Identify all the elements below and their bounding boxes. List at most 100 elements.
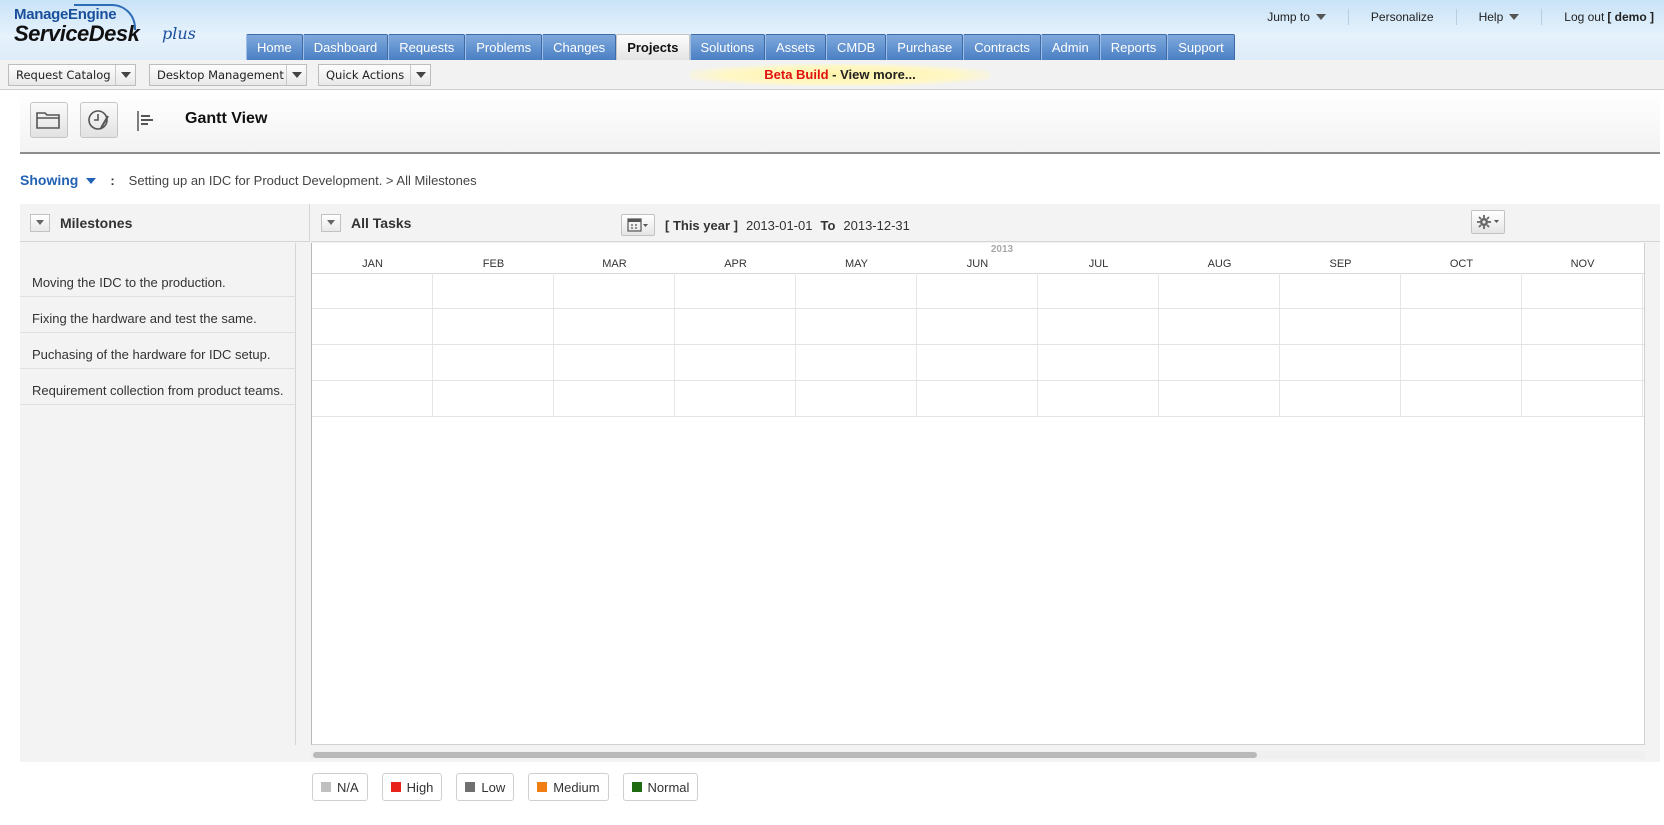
date-range: [ This year ] 2013-01-01 To 2013-12-31: [621, 214, 918, 236]
gantt-row: [312, 381, 1644, 417]
desktop-management-label: Desktop Management: [157, 68, 284, 82]
personalize-label: Personalize: [1370, 10, 1434, 24]
logout-label: Log out: [1564, 10, 1605, 24]
gantt-row: [312, 309, 1644, 345]
gantt-cell: [433, 345, 554, 380]
showing-colon: :: [110, 172, 115, 188]
request-catalog-dropdown[interactable]: Request Catalog: [8, 64, 136, 86]
tab-problems[interactable]: Problems: [465, 34, 543, 60]
tab-admin[interactable]: Admin: [1040, 34, 1100, 60]
milestones-list: Moving the IDC to the production. Fixing …: [20, 243, 296, 745]
calendar-dropdown-button[interactable]: [621, 214, 655, 236]
milestone-item[interactable]: Moving the IDC to the production.: [20, 263, 296, 297]
gantt-cell: [312, 309, 433, 344]
milestone-item[interactable]: Puchasing of the hardware for IDC setup.: [20, 335, 296, 369]
gantt-cell: [554, 309, 675, 344]
tab-changes[interactable]: Changes: [542, 34, 617, 60]
timesheet-button[interactable]: [80, 102, 118, 138]
calendar-icon: [627, 218, 648, 232]
gantt-cell: [796, 345, 917, 380]
gantt-cell: [1038, 381, 1159, 416]
gantt-cell: [312, 273, 433, 308]
gantt-grid: [312, 273, 1644, 417]
tab-assets[interactable]: Assets: [764, 34, 826, 60]
logout-link[interactable]: Log out[ demo ]: [1541, 9, 1654, 25]
legend-high: High: [381, 773, 443, 801]
tab-contracts[interactable]: Contracts: [963, 34, 1041, 60]
quick-actions-dropdown[interactable]: Quick Actions: [318, 64, 431, 86]
gantt-cell: [1522, 345, 1643, 380]
gantt-cell: [1280, 345, 1401, 380]
jump-to-menu[interactable]: Jump to: [1245, 9, 1348, 25]
help-menu[interactable]: Help: [1455, 9, 1542, 25]
gantt-view-icon[interactable]: [137, 110, 155, 137]
chevron-down-icon: [1315, 14, 1326, 20]
legend-label: High: [406, 779, 434, 795]
month-label: MAY: [844, 258, 869, 270]
gantt-cell: [433, 309, 554, 344]
gantt-bars-icon: [137, 111, 153, 131]
month-label: OCT: [1449, 258, 1474, 270]
gantt-cell: [1159, 381, 1280, 416]
showing-dropdown[interactable]: Showing: [20, 172, 78, 188]
open-project-button[interactable]: [30, 102, 68, 138]
tab-cmdb[interactable]: CMDB: [826, 34, 887, 60]
horizontal-scrollbar[interactable]: [311, 751, 1645, 759]
scrollbar-thumb[interactable]: [313, 752, 1257, 758]
gantt-cell: [1401, 345, 1522, 380]
gantt-cell: [917, 345, 1038, 380]
gantt-cell: [1038, 273, 1159, 308]
tab-dashboard[interactable]: Dashboard: [302, 34, 389, 60]
tab-solutions[interactable]: Solutions: [689, 34, 765, 60]
legend-swatch: [537, 782, 548, 792]
sub-toolbar: Request Catalog Desktop Management Quick…: [0, 60, 1664, 90]
tab-purchase[interactable]: Purchase: [886, 34, 964, 60]
legend-label: Medium: [553, 779, 600, 795]
jump-to-label: Jump to: [1267, 10, 1310, 24]
gantt-cell: [917, 309, 1038, 344]
milestone-item[interactable]: Requirement collection from product team…: [20, 371, 296, 405]
view-more-label: - View more...: [828, 67, 916, 82]
request-catalog-label: Request Catalog: [16, 68, 111, 82]
gantt-cell: [675, 381, 796, 416]
milestones-menu-button[interactable]: [30, 213, 50, 232]
milestones-title: Milestones: [60, 214, 133, 231]
beta-build-link[interactable]: Beta Build - View more...: [690, 64, 990, 86]
range-to-date: 2013-12-31: [843, 217, 910, 233]
gantt-cell: [433, 273, 554, 308]
tab-support[interactable]: Support: [1167, 34, 1235, 60]
gantt-cell: [796, 273, 917, 308]
gantt-cell: [1159, 345, 1280, 380]
gantt-cell: [554, 273, 675, 308]
gantt-cell: [1159, 309, 1280, 344]
legend-label: N/A: [337, 779, 359, 795]
priority-legend: N/A High Low Medium Normal: [312, 773, 712, 801]
tab-reports[interactable]: Reports: [1099, 34, 1168, 60]
milestone-item[interactable]: Fixing the hardware and test the same.: [20, 299, 296, 333]
legend-swatch: [631, 782, 642, 792]
tab-home[interactable]: Home: [246, 34, 303, 60]
tab-projects[interactable]: Projects: [616, 34, 690, 60]
month-label: JUL: [1088, 258, 1109, 270]
month-label: NOV: [1570, 258, 1595, 270]
page-title: Gantt View: [185, 110, 268, 127]
tab-requests[interactable]: Requests: [388, 34, 466, 60]
app-logo[interactable]: ManageEngine ServiceDesk plus: [14, 4, 196, 47]
breadcrumb: Setting up an IDC for Product Developmen…: [128, 172, 477, 188]
tasks-menu-button[interactable]: [321, 213, 341, 232]
gantt-cell: [1522, 273, 1643, 308]
personalize-link[interactable]: Personalize: [1347, 9, 1456, 25]
settings-button[interactable]: [1471, 210, 1505, 234]
gantt-cell: [1401, 273, 1522, 308]
gantt-cell: [675, 273, 796, 308]
month-label: FEB: [482, 258, 505, 270]
gantt-cell: [1522, 309, 1643, 344]
desktop-management-dropdown[interactable]: Desktop Management: [149, 64, 307, 86]
help-label: Help: [1478, 10, 1504, 24]
tasks-title: All Tasks: [351, 214, 412, 231]
gantt-cell: [917, 273, 1038, 308]
range-from-date: 2013-01-01: [745, 217, 813, 233]
legend-normal: Normal: [622, 773, 699, 801]
chevron-down-icon[interactable]: [86, 178, 97, 184]
chevron-down-icon: [286, 65, 306, 85]
